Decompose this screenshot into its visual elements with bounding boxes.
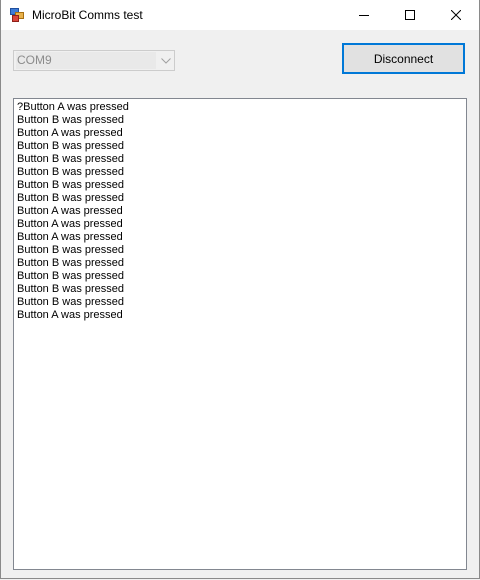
log-line: Button B was pressed [17,296,125,308]
log-line: Button B was pressed [17,257,125,269]
log-line: Button B was pressed [17,140,125,152]
log-line: Button A was pressed [17,231,123,243]
log-line: Button B was pressed [17,114,125,126]
title-bar[interactable]: MicroBit Comms test [1,0,479,30]
minimize-button[interactable] [341,0,387,30]
log-line: Button B was pressed [17,244,125,256]
main-window: MicroBit Comms test COM9 Disconnect ?But… [0,0,480,579]
close-icon [451,10,461,20]
port-select-value: COM9 [16,52,156,69]
log-line: Button B was pressed [17,153,125,165]
minimize-icon [359,15,369,16]
disconnect-button[interactable]: Disconnect [342,43,465,74]
log-line: Button A was pressed [17,218,123,230]
port-select[interactable]: COM9 [13,50,175,71]
log-lines: ?Button A was pressed Button B was presse… [17,101,129,322]
window-title: MicroBit Comms test [32,8,143,22]
maximize-button[interactable] [387,0,433,30]
log-line: Button B was pressed [17,283,125,295]
log-line: Button B was pressed [17,179,125,191]
port-select-arrow[interactable] [157,51,174,70]
log-line: Button A was pressed [17,309,123,321]
log-line: Button B was pressed [17,166,125,178]
log-line: Button A was pressed [17,127,123,139]
chevron-down-icon [160,57,171,64]
maximize-icon [405,10,415,20]
log-line: Button B was pressed [17,270,125,282]
app-window-icon [10,8,24,22]
log-line: ?Button A was pressed [17,101,129,113]
log-line: Button B was pressed [17,192,125,204]
close-button[interactable] [433,0,479,30]
message-log[interactable]: ?Button A was pressed Button B was presse… [13,98,467,570]
log-line: Button A was pressed [17,205,123,217]
